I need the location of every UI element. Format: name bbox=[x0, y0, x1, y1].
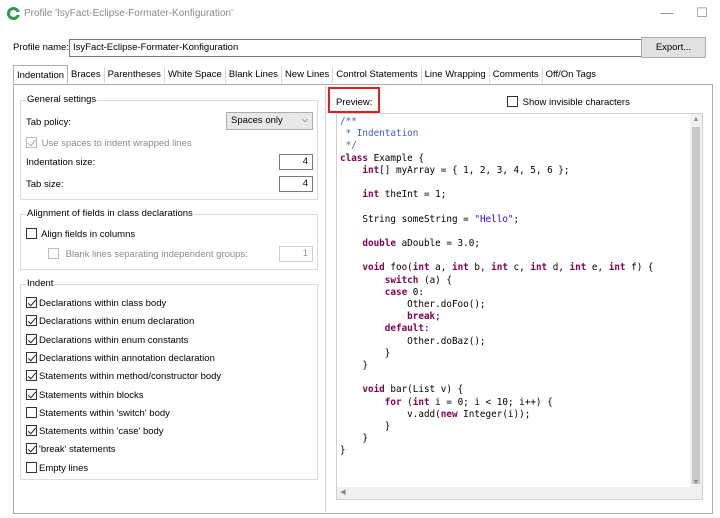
indent-option-label: Declarations within enum constants bbox=[39, 334, 189, 346]
indent-option-checkbox[interactable] bbox=[26, 351, 37, 363]
align-fields-label: Align fields in columns bbox=[41, 229, 136, 240]
indent-option-row[interactable]: Statements within blocks bbox=[26, 388, 144, 401]
indent-option-checkbox[interactable] bbox=[26, 406, 37, 418]
tab-line-wrapping[interactable]: Line Wrapping bbox=[422, 67, 490, 83]
indent-title: Indent bbox=[26, 278, 55, 289]
indent-option-checkbox[interactable] bbox=[26, 425, 37, 437]
tab-indentation[interactable]: Indentation bbox=[13, 65, 69, 83]
alignment-group: Alignment of fields in class declaration… bbox=[20, 208, 318, 270]
tab-blank-lines[interactable]: Blank Lines bbox=[226, 67, 282, 83]
indent-option-checkbox[interactable] bbox=[26, 388, 37, 400]
preview-highlight-box bbox=[328, 87, 380, 113]
indent-option-row[interactable]: Declarations within enum constants bbox=[26, 333, 189, 346]
alignment-title: Alignment of fields in class declaration… bbox=[26, 208, 194, 219]
tab-control-statements[interactable]: Control Statements bbox=[333, 67, 422, 83]
tab-white-space[interactable]: White Space bbox=[165, 67, 226, 83]
indent-option-row[interactable]: Declarations within class body bbox=[26, 297, 166, 309]
indent-option-row[interactable]: Statements within method/constructor bod… bbox=[26, 370, 221, 382]
tab-policy-value: Spaces only bbox=[231, 115, 283, 126]
indent-option-row[interactable]: Statements within 'case' body bbox=[26, 425, 164, 437]
profile-name-label: Profile name: bbox=[13, 42, 69, 53]
show-invisible-row[interactable]: Show invisible characters bbox=[507, 96, 630, 108]
indent-option-row[interactable]: Declarations within enum declaration bbox=[26, 315, 194, 327]
indent-option-checkbox[interactable] bbox=[26, 297, 37, 308]
indent-option-label: 'break' statements bbox=[39, 444, 116, 456]
indent-option-checkbox[interactable] bbox=[26, 443, 37, 455]
blank-lines-label: Blank lines separating independent group… bbox=[65, 249, 248, 260]
pane-divider[interactable] bbox=[325, 86, 326, 512]
export-button[interactable]: Export... bbox=[641, 37, 706, 58]
indent-option-row[interactable]: Statements within 'switch' body bbox=[26, 406, 170, 419]
title-bar: Profile 'IsyFact-Eclipse-Formater-Konfig… bbox=[0, 0, 720, 28]
code-text: /** * Indentation */ class Example { int… bbox=[340, 116, 654, 457]
indent-option-label: Statements within 'case' body bbox=[39, 426, 164, 438]
indent-option-row[interactable]: Empty lines bbox=[26, 461, 89, 474]
indent-option-label: Statements within 'switch' body bbox=[39, 407, 170, 419]
use-spaces-label: Use spaces to indent wrapped lines bbox=[41, 138, 192, 149]
indent-option-label: Declarations within enum declaration bbox=[39, 316, 195, 328]
indent-option-label: Declarations within class body bbox=[39, 298, 167, 309]
window-title: Profile 'IsyFact-Eclipse-Formater-Konfig… bbox=[24, 8, 233, 19]
indent-option-checkbox[interactable] bbox=[26, 461, 37, 473]
indent-option-label: Empty lines bbox=[39, 462, 89, 474]
tab-braces[interactable]: Braces bbox=[68, 67, 105, 83]
profile-row: Profile name: IsyFact-Eclipse-Formater-K… bbox=[13, 37, 713, 58]
use-spaces-checkbox[interactable] bbox=[26, 137, 37, 148]
code-preview[interactable]: /** * Indentation */ class Example { int… bbox=[336, 113, 703, 500]
indentation-size-input[interactable]: 4 bbox=[279, 154, 313, 170]
scroll-left-icon[interactable]: ◀ bbox=[337, 487, 349, 499]
tab-new-lines[interactable]: New Lines bbox=[282, 67, 334, 83]
show-invisible-checkbox[interactable] bbox=[507, 96, 518, 107]
tab-policy-label: Tab policy: bbox=[26, 117, 71, 128]
align-fields-checkbox[interactable] bbox=[26, 228, 37, 239]
vertical-scrollbar[interactable]: ▲ ▼ bbox=[690, 114, 702, 499]
tab-bar: Indentation Braces Parentheses White Spa… bbox=[13, 65, 599, 84]
tab-size-label: Tab size: bbox=[26, 179, 64, 190]
minimize-button[interactable]: — bbox=[655, 4, 679, 22]
profile-name-input[interactable]: IsyFact-Eclipse-Formater-Konfiguration bbox=[69, 39, 645, 57]
indent-option-label: Declarations within annotation declarati… bbox=[39, 352, 215, 364]
eclipse-icon bbox=[7, 7, 21, 20]
indent-option-checkbox[interactable] bbox=[26, 315, 37, 327]
indent-option-checkbox[interactable] bbox=[26, 333, 37, 345]
scroll-thumb[interactable] bbox=[692, 127, 700, 484]
show-invisible-label: Show invisible characters bbox=[522, 97, 630, 108]
indent-option-row[interactable]: 'break' statements bbox=[26, 443, 116, 455]
tab-off-on-tags[interactable]: Off/On Tags bbox=[543, 67, 599, 83]
indentation-size-label: Indentation size: bbox=[26, 157, 96, 168]
indent-option-checkbox[interactable] bbox=[26, 370, 37, 382]
align-fields-row[interactable]: Align fields in columns bbox=[26, 228, 135, 240]
tab-parentheses[interactable]: Parentheses bbox=[105, 67, 165, 83]
tab-comments[interactable]: Comments bbox=[490, 67, 543, 83]
indent-option-label: Statements within blocks bbox=[39, 389, 144, 401]
chevron-down-icon: ⌵ bbox=[301, 115, 308, 124]
indent-option-label: Statements within method/constructor bod… bbox=[39, 371, 222, 383]
tab-size-input[interactable]: 4 bbox=[279, 176, 313, 192]
use-spaces-row[interactable]: Use spaces to indent wrapped lines bbox=[26, 137, 192, 149]
scroll-up-icon[interactable]: ▲ bbox=[690, 114, 702, 126]
blank-lines-input[interactable]: 1 bbox=[279, 246, 313, 262]
blank-lines-checkbox[interactable] bbox=[48, 248, 59, 259]
maximize-button[interactable]: ☐ bbox=[690, 4, 714, 22]
blank-lines-row[interactable]: Blank lines separating independent group… bbox=[48, 248, 248, 260]
horizontal-scrollbar[interactable]: ◀ bbox=[337, 487, 692, 499]
general-settings-title: General settings bbox=[26, 94, 98, 105]
indent-option-row[interactable]: Declarations within annotation declarati… bbox=[26, 351, 215, 364]
tab-policy-select[interactable]: Spaces only ⌵ bbox=[226, 112, 313, 130]
